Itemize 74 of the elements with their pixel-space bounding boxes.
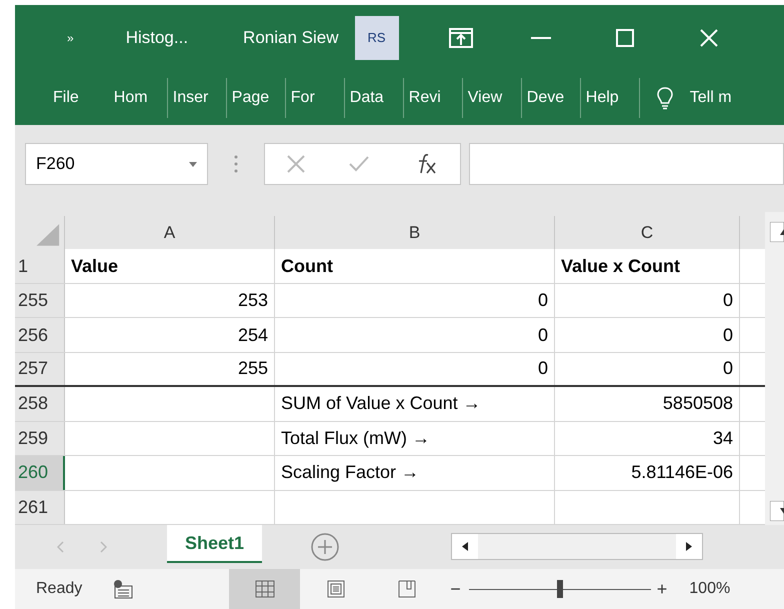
ribbon-tab[interactable]: File <box>53 86 79 110</box>
page-break-icon <box>398 580 416 598</box>
ribbon-tab[interactable]: Deve <box>522 86 580 110</box>
user-name: Ronian Siew <box>243 26 338 49</box>
ribbon-tab[interactable]: Revi <box>404 86 462 110</box>
row-header[interactable]: 257 <box>15 352 65 386</box>
cell-text: 254 <box>238 324 268 347</box>
status-text: Ready <box>36 579 82 599</box>
row-header[interactable]: 259 <box>15 422 65 456</box>
cell-text: Value x Count <box>561 254 680 278</box>
scroll-left-icon[interactable] <box>452 534 478 559</box>
cell-text: 5850508 <box>662 392 733 416</box>
cell-reference: F260 <box>36 153 75 176</box>
zoom-in-button[interactable]: + <box>656 576 668 602</box>
cell-text: Value <box>71 254 118 278</box>
cell-text: 34 <box>712 426 733 450</box>
row-header[interactable]: 1 <box>15 249 65 283</box>
quick-access-button[interactable]: » <box>67 28 74 46</box>
cell-text: Total Flux (mW) → <box>281 426 430 450</box>
vertical-scrollbar[interactable] <box>765 212 784 525</box>
row-header[interactable]: 256 <box>15 318 65 352</box>
cell-text: Scaling Factor → <box>281 461 420 484</box>
cell-text: 0 <box>722 357 733 380</box>
column-header[interactable]: B <box>275 216 555 250</box>
ribbon-tab[interactable]: Help <box>580 86 639 110</box>
cell-text: Count <box>281 254 333 278</box>
cell-text: 0 <box>538 357 548 380</box>
page-icon <box>326 580 345 598</box>
cell-text: SUM of Value x Count → <box>281 392 481 416</box>
zoom-level[interactable]: 100% <box>689 577 730 601</box>
scroll-up-icon[interactable] <box>770 222 784 242</box>
ribbon-tab[interactable]: Data <box>344 86 403 110</box>
ribbon-display-icon[interactable] <box>448 28 472 48</box>
horizontal-scrollbar[interactable] <box>451 533 704 560</box>
row-header[interactable]: 255 <box>15 284 65 318</box>
cell-text: 253 <box>238 289 268 312</box>
formula-input[interactable] <box>469 143 784 185</box>
cell-text: 0 <box>538 324 548 347</box>
sheet-tab[interactable]: Sheet1 <box>167 525 262 563</box>
macro-icon[interactable] <box>112 578 134 600</box>
ribbon-tab[interactable]: Inser <box>168 86 226 110</box>
ribbon-tab[interactable]: For <box>286 86 344 110</box>
ribbon-tab[interactable]: View <box>462 86 521 110</box>
cell-text: 0 <box>538 289 548 312</box>
view-button[interactable] <box>229 569 300 609</box>
row-header[interactable]: 258 <box>15 387 65 421</box>
name-box[interactable]: F260 <box>25 143 208 185</box>
zoom-out-button[interactable]: − <box>450 576 461 602</box>
zoom-slider[interactable] <box>468 579 651 599</box>
check-icon[interactable] <box>349 156 370 172</box>
maximize-icon[interactable] <box>616 28 634 46</box>
scroll-right-icon[interactable] <box>676 534 702 559</box>
row-header[interactable]: 261 <box>15 490 65 524</box>
close-icon[interactable] <box>700 28 718 46</box>
minimize-icon[interactable] <box>530 36 550 38</box>
zoom-thumb[interactable] <box>556 580 563 598</box>
tell-me-search[interactable]: Tell m <box>690 86 732 110</box>
scroll-down-icon[interactable] <box>770 501 784 521</box>
lightbulb-icon[interactable] <box>656 86 674 110</box>
cell-text: 5.81146E-06 <box>631 461 733 484</box>
grip-icon <box>234 155 238 173</box>
ribbon-tab[interactable]: Page <box>226 86 285 110</box>
dropdown-icon <box>189 162 197 166</box>
column-header[interactable]: A <box>65 216 275 250</box>
grid-icon <box>254 580 275 598</box>
ribbon-tab[interactable]: Hom <box>108 86 167 110</box>
column-header[interactable]: C <box>555 216 740 250</box>
user-avatar[interactable]: RS <box>354 16 398 60</box>
row-header[interactable]: 260 <box>15 456 65 490</box>
cell-text: 0 <box>722 289 733 312</box>
file-name: Histog... <box>126 26 188 49</box>
cell-text: 255 <box>238 357 268 380</box>
add-sheet-icon[interactable] <box>310 532 340 562</box>
cell-text: 0 <box>722 324 733 347</box>
